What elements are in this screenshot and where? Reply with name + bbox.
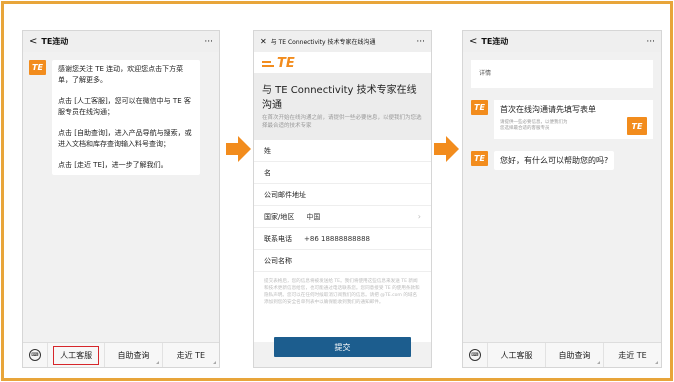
field-label: 国家/地区 <box>264 212 295 221</box>
menu-about-te[interactable]: 走近 TE <box>603 343 661 367</box>
form-link-card[interactable]: 首次在线沟通请先填写表单 请提供一些必要信息，以便我们为您选择最合适的客服专员 … <box>494 100 653 139</box>
field-label: 联系电话 <box>264 234 292 243</box>
more-icon[interactable]: ··· <box>416 37 425 47</box>
card-subtext: 请提供一些必要信息，以便我们为您选择最合适的客服专员 <box>500 120 568 131</box>
field-value: +86 18888888888 <box>304 234 370 243</box>
message-text: 您好，有什么可以帮助您的吗? <box>500 156 609 165</box>
last-name-field[interactable]: 姓 <box>254 140 431 162</box>
bottom-menu: ⌨ 人工客服 自助查询 走近 TE <box>463 342 661 367</box>
message-text: 感谢您关注 TE 连动，欢迎您点击下方菜单，了解更多。 <box>58 65 184 84</box>
menu-label: 人工客服 <box>500 350 533 360</box>
form-header: TE <box>254 52 431 73</box>
more-icon[interactable]: ··· <box>204 37 213 47</box>
submenu-corner-icon <box>597 361 600 364</box>
chat-title: TE连动 <box>41 37 69 46</box>
phone-screen-chat-session: < TE连动 ··· 详情 TE 首次在线沟通请先填写表单 请提供一些必要信息，… <box>462 30 662 368</box>
menu-human-service[interactable]: 人工客服 <box>47 343 104 367</box>
first-name-field[interactable]: 名 <box>254 162 431 184</box>
back-icon[interactable]: < <box>29 36 37 47</box>
field-value: 中国 <box>306 212 321 221</box>
close-icon[interactable]: ✕ <box>260 37 267 46</box>
submenu-corner-icon <box>212 361 216 364</box>
field-label: 公司邮件地址 <box>264 190 306 199</box>
chat-title: TE连动 <box>481 37 509 46</box>
menu-self-service[interactable]: 自助查询 <box>545 343 603 367</box>
submenu-corner-icon <box>155 361 159 364</box>
logo-bars-icon <box>262 60 274 67</box>
top-bar: < TE连动 ··· <box>23 31 219 52</box>
menu-label: 走近 TE <box>618 350 647 360</box>
detail-label: 详情 <box>479 70 492 77</box>
keyboard-icon: ⌨ <box>29 349 41 361</box>
submit-button[interactable]: 提交 <box>274 337 411 357</box>
message-row: TE 首次在线沟通请先填写表单 请提供一些必要信息，以便我们为您选择最合适的客服… <box>471 100 653 139</box>
back-icon[interactable]: < <box>469 36 477 47</box>
form-heading: 与 TE Connectivity 技术专家在线沟通 <box>262 85 417 111</box>
phone-field[interactable]: 联系电话 +86 18888888888 <box>254 228 431 250</box>
menu-human-service[interactable]: 人工客服 <box>487 343 545 367</box>
te-logo-icon: TE <box>471 100 488 115</box>
field-label: 公司名称 <box>264 256 292 265</box>
form-subtext: 在首次开始在线沟通之前，请提供一些必要信息，以便我们为您选择最合适的技术专家 <box>262 115 422 129</box>
keyboard-toggle[interactable]: ⌨ <box>23 349 47 361</box>
more-icon[interactable]: ··· <box>646 37 655 47</box>
email-field[interactable]: 公司邮件地址 <box>254 184 431 206</box>
message-text: 点击 [走近 TE]，进一步了解我们。 <box>58 161 168 169</box>
greeting-bubble: 您好，有什么可以帮助您的吗? <box>494 151 615 170</box>
consent-text: 提交表格后，您的信息将被发送给 TE。我们将使用这些信息来发送 TE 新闻和技术… <box>254 272 431 342</box>
page-title: 与 TE Connectivity 技术专家在线沟通 <box>270 39 376 46</box>
card-body: 请提供一些必要信息，以便我们为您选择最合适的客服专员 TE <box>500 117 647 135</box>
arrow-right-icon <box>226 136 251 162</box>
phone-screen-form: ✕ 与 TE Connectivity 技术专家在线沟通 ··· TE 与 TE… <box>253 30 432 368</box>
welcome-bubble: 感谢您关注 TE 连动，欢迎您点击下方菜单，了解更多。 点击 [人工客服]，您可… <box>52 60 200 175</box>
te-logo-icon: TE <box>471 151 488 166</box>
message-row: TE 感谢您关注 TE 连动，欢迎您点击下方菜单，了解更多。 点击 [人工客服]… <box>23 52 219 175</box>
figure-frame: < TE连动 ··· TE 感谢您关注 TE 连动，欢迎您点击下方菜单，了解更多… <box>1 1 673 381</box>
field-label: 名 <box>264 168 271 177</box>
message-row: TE 您好，有什么可以帮助您的吗? <box>471 151 653 170</box>
te-logo-icon: TE <box>627 117 647 135</box>
message-text: 点击 [自助查询]，进入产品导航与搜索，或进入文档和库存查询输入料号查询； <box>58 129 192 148</box>
card-title: 首次在线沟通请先填写表单 <box>500 105 596 114</box>
menu-label: 走近 TE <box>176 350 206 360</box>
field-label: 姓 <box>264 146 271 155</box>
menu-about-te[interactable]: 走近 TE <box>161 343 219 367</box>
logo-text: TE <box>277 56 295 71</box>
menu-label-highlighted: 人工客服 <box>53 345 100 365</box>
top-bar: ✕ 与 TE Connectivity 技术专家在线沟通 ··· <box>254 31 431 52</box>
phone-screen-chat-menu: < TE连动 ··· TE 感谢您关注 TE 连动，欢迎您点击下方菜单，了解更多… <box>22 30 220 368</box>
chevron-right-icon: › <box>417 212 421 221</box>
te-logo: TE <box>262 56 423 71</box>
menu-label: 自助查询 <box>558 350 591 360</box>
te-logo-icon: TE <box>29 60 46 75</box>
keyboard-toggle[interactable]: ⌨ <box>463 349 487 361</box>
menu-self-service[interactable]: 自助查询 <box>104 343 161 367</box>
country-select[interactable]: 国家/地区 中国 › <box>254 206 431 228</box>
detail-box: 详情 <box>471 60 653 88</box>
top-bar: < TE连动 ··· <box>463 31 661 52</box>
form-banner: 与 TE Connectivity 技术专家在线沟通 在首次开始在线沟通之前，请… <box>254 73 431 140</box>
keyboard-icon: ⌨ <box>469 349 481 361</box>
message-text: 点击 [人工客服]，您可以在微信中与 TE 客服专员在线沟通； <box>58 97 191 116</box>
bottom-menu: ⌨ 人工客服 自助查询 走近 TE <box>23 342 219 367</box>
submenu-corner-icon <box>655 361 658 364</box>
menu-label: 自助查询 <box>117 350 150 360</box>
company-field[interactable]: 公司名称 <box>254 250 431 272</box>
arrow-right-icon <box>434 136 459 162</box>
